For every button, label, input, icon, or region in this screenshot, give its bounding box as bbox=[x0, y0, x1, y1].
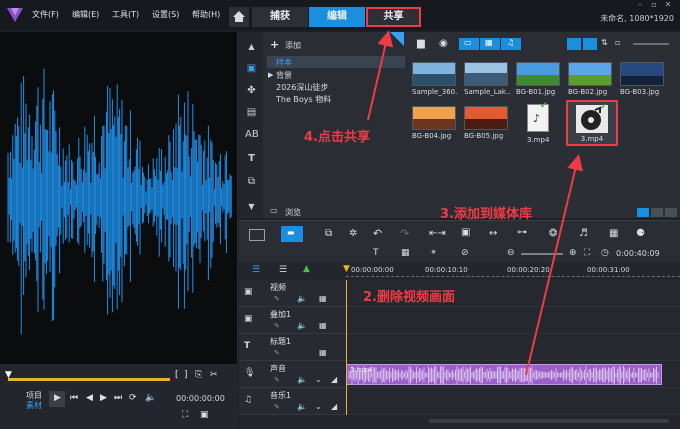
annotation-arrows bbox=[367, 30, 583, 376]
annotation-step3: 3.添加到媒体库 bbox=[440, 207, 532, 222]
annotation-step4: 4.点击共享 bbox=[304, 130, 370, 145]
annotation-step2: 2.删除视频画面 bbox=[363, 290, 455, 305]
